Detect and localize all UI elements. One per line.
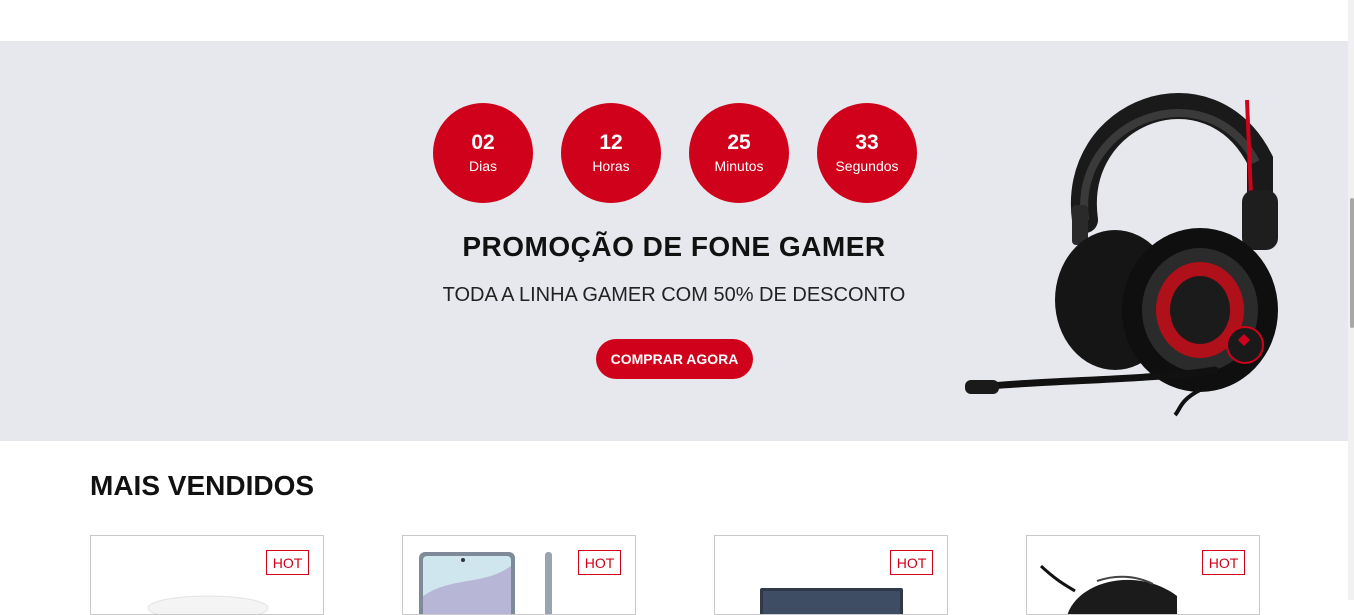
countdown-hours: 12 Horas xyxy=(561,103,661,203)
hot-badge: HOT xyxy=(1202,550,1245,575)
countdown-hours-label: Horas xyxy=(592,158,630,174)
product-card[interactable]: HOT xyxy=(90,535,324,615)
smartphone-image xyxy=(419,552,552,614)
countdown-hours-value: 12 xyxy=(599,131,623,154)
hot-badge: HOT xyxy=(578,550,621,575)
countdown-timer: 02 Dias 12 Horas 25 Minutos 33 Segundos xyxy=(433,103,917,203)
gaming-headset-image xyxy=(965,93,1278,417)
product-card[interactable]: HOT xyxy=(1026,535,1260,615)
hot-badge: HOT xyxy=(890,550,933,575)
countdown-seconds-label: Segundos xyxy=(835,158,899,174)
countdown-minutes-value: 25 xyxy=(727,131,751,154)
product-card[interactable]: HOT xyxy=(714,535,948,615)
hot-badge: HOT xyxy=(266,550,309,575)
laptop-image xyxy=(760,588,903,614)
mouse-image xyxy=(1039,564,1177,614)
countdown-seconds-value: 33 xyxy=(855,131,879,154)
countdown-days-value: 02 xyxy=(471,131,495,154)
controller-image xyxy=(147,595,269,614)
top-strip xyxy=(0,0,1348,41)
countdown-days: 02 Dias xyxy=(433,103,533,203)
countdown-minutes: 25 Minutos xyxy=(689,103,789,203)
countdown-days-label: Dias xyxy=(468,158,497,174)
product-card[interactable]: HOT xyxy=(402,535,636,615)
countdown-minutes-label: Minutos xyxy=(714,158,764,174)
buy-now-button[interactable]: COMPRAR AGORA xyxy=(596,339,753,379)
countdown-seconds: 33 Segundos xyxy=(817,103,917,203)
scrollbar-thumb[interactable] xyxy=(1350,198,1354,328)
best-sellers-title: MAIS VENDIDOS xyxy=(90,470,315,501)
